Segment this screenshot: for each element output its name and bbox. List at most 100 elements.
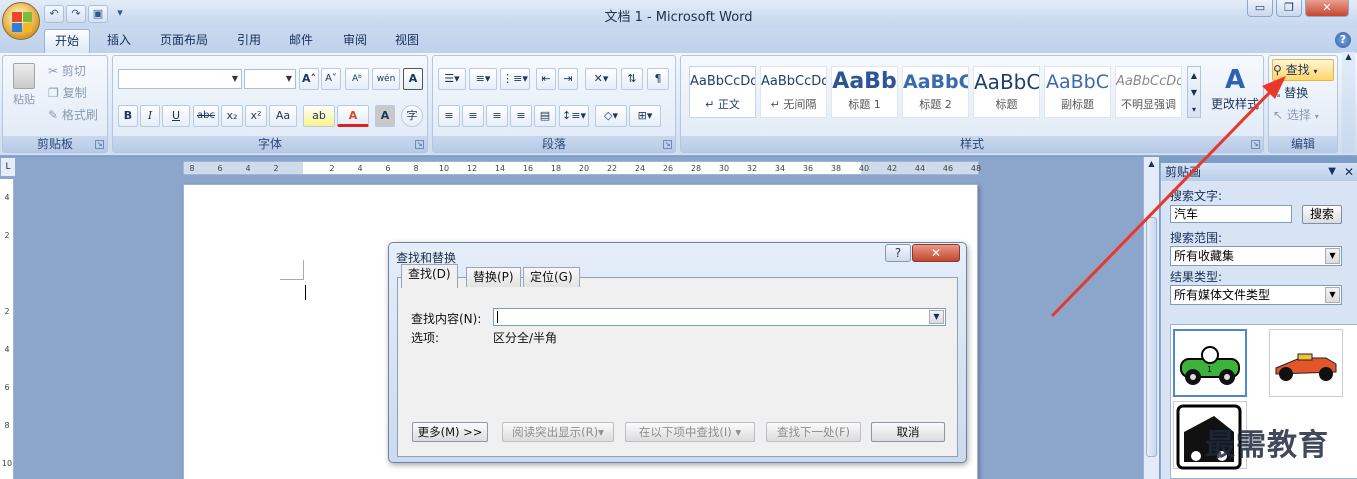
clipart-formula-car[interactable]	[1269, 329, 1343, 397]
decrease-indent-button[interactable]: ⇤	[536, 68, 556, 90]
tab-insert[interactable]: 插入	[98, 29, 140, 53]
restore-button[interactable]: ❐	[1276, 0, 1302, 17]
change-case-button[interactable]: Aa	[269, 105, 297, 127]
numbering-button[interactable]: ≡▾	[469, 68, 497, 90]
char-shading-button[interactable]: A	[375, 105, 395, 127]
find-button[interactable]: ⚲ 查找 ▾	[1272, 59, 1334, 81]
superscript-button[interactable]: x²	[245, 105, 267, 127]
style-title[interactable]: AaBbC 标题	[973, 66, 1040, 118]
sort-button[interactable]: ⇅	[621, 68, 643, 90]
tab-mailings[interactable]: 邮件	[280, 29, 322, 53]
style-heading-1[interactable]: AaBb 标题 1	[831, 66, 898, 118]
clipart-race-car-green[interactable]: 1	[1173, 329, 1247, 397]
subscript-button[interactable]: x₂	[221, 105, 243, 127]
grow-font-button[interactable]: A˄	[299, 68, 319, 90]
font-name-combo[interactable]: ▼	[118, 69, 242, 89]
style-subtle-emphasis[interactable]: AaBbCcDd 不明显强调	[1115, 66, 1182, 118]
style-heading-2[interactable]: AaBbC 标题 2	[902, 66, 969, 118]
char-border-button[interactable]: A	[403, 68, 423, 90]
search-button[interactable]: 搜索	[1302, 205, 1342, 224]
line-spacing-button[interactable]: ↕≡▾	[559, 105, 589, 127]
office-button[interactable]	[2, 2, 40, 40]
highlight-button[interactable]: ab	[303, 105, 335, 127]
more-button[interactable]: 更多(M) >>	[412, 422, 488, 442]
chevron-down-icon[interactable]: ▼	[1328, 163, 1336, 181]
strikethrough-button[interactable]: abc	[193, 105, 219, 127]
tab-goto[interactable]: 定位(G)	[523, 267, 580, 287]
tab-view[interactable]: 视图	[386, 29, 428, 53]
shrink-font-button[interactable]: A˅	[321, 68, 341, 90]
clipboard-group-label: 剪贴板	[3, 136, 107, 152]
ribbon-collapse-scroll[interactable]: ▲	[1342, 52, 1355, 153]
horizontal-ruler[interactable]: 8 6 4 2 2 4 6 8 10 12 14 16 18 20 22 24 26 28 30 32 34 36 38 40…	[183, 161, 981, 175]
paste-icon	[13, 63, 35, 89]
align-center-button[interactable]: ≡	[462, 105, 484, 127]
reading-highlight-button[interactable]: 阅读突出显示(R)▾	[502, 422, 614, 442]
style-name: 不明显强调	[1121, 98, 1176, 111]
chevron-down-icon: ▼	[1325, 248, 1340, 264]
minimize-button[interactable]: ▭	[1247, 0, 1273, 17]
select-button[interactable]: ↖ 选择 ▾	[1272, 104, 1334, 126]
copy-button[interactable]: ❐ 复制	[47, 82, 103, 104]
asian-layout-button[interactable]: ✕▾	[585, 68, 617, 90]
vertical-scrollbar[interactable]: ▲	[1143, 157, 1159, 479]
paste-label: 粘贴	[13, 93, 35, 106]
tab-find[interactable]: 查找(D)	[401, 264, 458, 288]
font-size-combo[interactable]: ▼	[244, 69, 296, 89]
find-what-input[interactable]: ▼	[493, 308, 946, 326]
change-styles-button[interactable]: A 更改样式	[1207, 62, 1263, 132]
find-in-button[interactable]: 在以下项中查找(I) ▾	[625, 422, 755, 442]
bullets-button[interactable]: ☰▾	[438, 68, 466, 90]
enclose-char-button[interactable]: 字	[401, 105, 423, 127]
dialog-launcher-icon[interactable]: ↘	[1251, 140, 1260, 149]
align-left-button[interactable]: ≡	[438, 105, 460, 127]
vruler-tick-label: 8	[4, 421, 10, 430]
distributed-button[interactable]: ▤	[534, 105, 556, 127]
scroll-up-icon[interactable]: ▲	[1146, 159, 1157, 171]
result-type-select[interactable]: 所有媒体文件类型 ▼	[1170, 285, 1342, 305]
font-color-button[interactable]: A	[337, 105, 369, 127]
style-no-spacing[interactable]: AaBbCcDd ↵ 无间隔	[760, 66, 827, 118]
paste-button[interactable]: 粘贴	[6, 60, 42, 126]
tab-page-layout[interactable]: 页面布局	[150, 29, 218, 53]
close-window-button[interactable]: ✕	[1305, 0, 1349, 17]
tab-home[interactable]: 开始	[44, 29, 90, 53]
borders-button[interactable]: ⊞▾	[629, 105, 661, 127]
dialog-close-button[interactable]: ✕	[912, 244, 960, 262]
vertical-ruler[interactable]: 4 2 2 4 6 8 10	[0, 179, 14, 479]
tab-review[interactable]: 审阅	[334, 29, 376, 53]
dialog-launcher-icon[interactable]: ↘	[415, 140, 424, 149]
align-right-button[interactable]: ≡	[486, 105, 508, 127]
dialog-launcher-icon[interactable]: ↘	[663, 140, 672, 149]
show-marks-button[interactable]: ¶	[647, 68, 669, 90]
tab-references[interactable]: 引用	[228, 29, 270, 53]
tab-selector[interactable]: L	[0, 157, 16, 177]
close-icon[interactable]: ✕	[1344, 163, 1354, 181]
increase-indent-button[interactable]: ⇥	[558, 68, 578, 90]
chevron-down-icon[interactable]: ▼	[929, 310, 944, 324]
bold-button[interactable]: B	[118, 105, 138, 127]
dialog-launcher-icon[interactable]: ↘	[95, 140, 104, 149]
dialog-help-button[interactable]: ?	[885, 244, 911, 262]
style-subtitle[interactable]: AaBbC 副标题	[1044, 66, 1111, 118]
cut-button[interactable]: ✂ 剪切	[47, 60, 103, 82]
style-gallery-scroll[interactable]: ▲ ▼ ▾	[1187, 66, 1201, 118]
underline-button[interactable]: U	[162, 105, 190, 127]
justify-button[interactable]: ≡	[510, 105, 532, 127]
change-styles-label: 更改样式	[1210, 97, 1259, 111]
search-text-input[interactable]: 汽车	[1170, 205, 1292, 223]
search-scope-select[interactable]: 所有收藏集 ▼	[1170, 246, 1342, 266]
phonetic-guide-button[interactable]: wén	[372, 68, 400, 90]
multilevel-list-button[interactable]: ⋮≡▾	[500, 68, 530, 90]
tab-replace[interactable]: 替换(P)	[466, 267, 521, 287]
cancel-button[interactable]: 取消	[871, 422, 945, 442]
scrollbar-thumb[interactable]	[1146, 217, 1157, 457]
help-icon[interactable]: ?	[1335, 32, 1351, 48]
find-next-button[interactable]: 查找下一处(F)	[766, 422, 861, 442]
italic-button[interactable]: I	[140, 105, 160, 127]
format-painter-button[interactable]: ✎ 格式刷	[47, 104, 107, 126]
replace-button[interactable]: ᵇₐ 替换	[1272, 82, 1334, 104]
shading-button[interactable]: ◇▾	[595, 105, 627, 127]
style-normal[interactable]: AaBbCcDd ↵ 正文	[689, 66, 756, 118]
clear-format-button[interactable]: Aᵇ	[345, 68, 369, 90]
